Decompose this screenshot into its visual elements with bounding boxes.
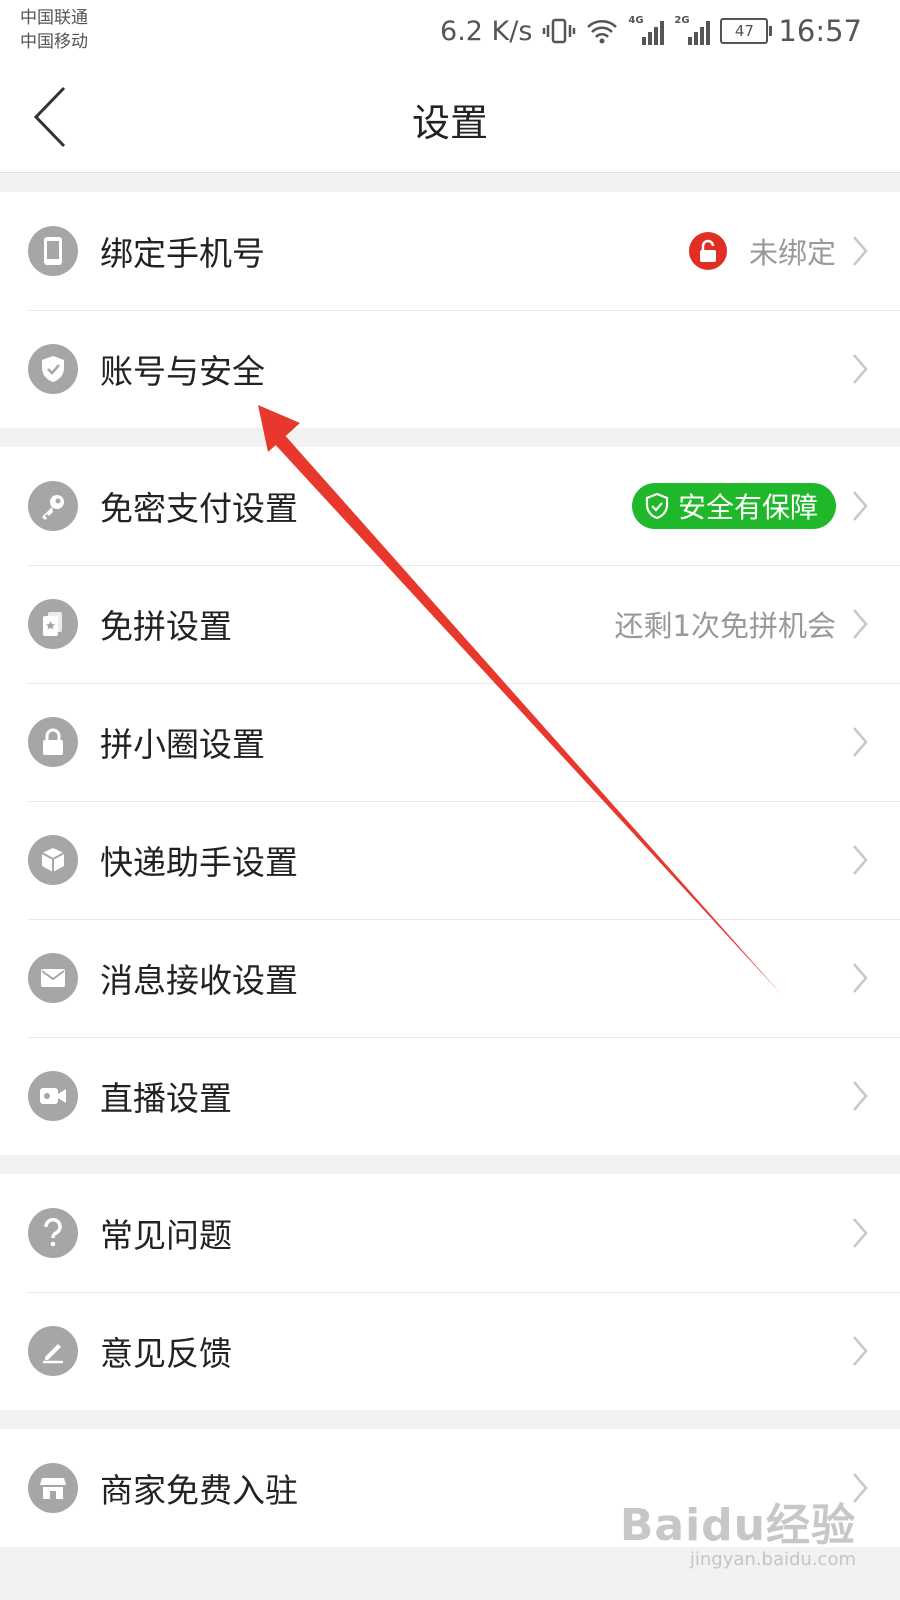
- chevron-right-icon: [853, 609, 868, 639]
- settings-item-label: 账号与安全: [100, 352, 265, 391]
- settings-item-live[interactable]: 直播设置: [0, 1037, 900, 1155]
- watermark: Baidu经验 jingyan.baidu.com: [620, 1489, 856, 1570]
- status-bar: 中国联通 中国移动 6.2 K/s 4G 2G 47 16:57: [0, 0, 900, 62]
- chevron-right-icon: [853, 727, 868, 757]
- settings-group-help: 常见问题 意见反馈: [0, 1174, 900, 1410]
- chevron-right-icon: [853, 1081, 868, 1111]
- chevron-right-icon: [853, 491, 868, 521]
- chevron-right-icon: [853, 1218, 868, 1248]
- pencil-icon: [28, 1326, 78, 1376]
- settings-item-label: 绑定手机号: [100, 234, 265, 273]
- settings-item-label: 直播设置: [100, 1079, 232, 1118]
- settings-item-circle[interactable]: 拼小圈设置: [0, 683, 900, 801]
- chevron-right-icon: [853, 236, 868, 266]
- chevron-right-icon: [853, 963, 868, 993]
- question-icon: [28, 1208, 78, 1258]
- group-free-value: 还剩1次免拼机会: [614, 609, 836, 643]
- wifi-icon: [587, 20, 618, 44]
- card-icon: [28, 599, 78, 649]
- carrier-names: 中国联通 中国移动: [20, 6, 88, 54]
- lock-icon: [28, 717, 78, 767]
- settings-item-label: 意见反馈: [100, 1334, 232, 1373]
- settings-item-group-free[interactable]: 免拼设置 还剩1次免拼机会: [0, 565, 900, 683]
- network-speed: 6.2 K/s: [440, 15, 533, 47]
- settings-item-label: 常见问题: [100, 1216, 232, 1255]
- settings-group-account: 绑定手机号 未绑定 账号与安全: [0, 192, 900, 428]
- signal-4g-icon: 4G: [628, 15, 665, 45]
- status-indicators: 6.2 K/s 4G 2G 47 16:57: [440, 14, 862, 48]
- settings-item-notifications[interactable]: 消息接收设置: [0, 919, 900, 1037]
- settings-item-label: 免拼设置: [100, 607, 232, 646]
- settings-item-password-free-pay[interactable]: 免密支付设置 安全有保障: [0, 447, 900, 565]
- settings-item-bind-phone[interactable]: 绑定手机号 未绑定: [0, 192, 900, 310]
- video-icon: [28, 1071, 78, 1121]
- clock: 16:57: [778, 14, 862, 48]
- watermark-logo: Baidu经验: [619, 1500, 856, 1551]
- security-badge: 安全有保障: [631, 483, 836, 529]
- settings-item-label: 快递助手设置: [100, 843, 298, 882]
- battery-icon: 47: [720, 18, 773, 44]
- mail-icon: [28, 953, 78, 1003]
- phone-icon: [28, 226, 78, 276]
- settings-item-faq[interactable]: 常见问题: [0, 1174, 900, 1292]
- bind-status-value: 未绑定: [748, 236, 836, 270]
- key-icon: [28, 481, 78, 531]
- settings-item-feedback[interactable]: 意见反馈: [0, 1292, 900, 1410]
- settings-item-label: 免密支付设置: [100, 489, 298, 528]
- shield-icon: [28, 344, 78, 394]
- settings-item-account-security[interactable]: 账号与安全: [0, 310, 900, 428]
- carrier-2: 中国移动: [20, 32, 88, 52]
- settings-item-courier[interactable]: 快递助手设置: [0, 801, 900, 919]
- signal-2g-icon: 2G: [674, 15, 711, 45]
- signal-4g-label: 4G: [628, 15, 644, 26]
- chevron-right-icon: [853, 845, 868, 875]
- security-badge-text: 安全有保障: [677, 491, 818, 524]
- shield-check-icon: [645, 492, 669, 520]
- chevron-right-icon: [853, 354, 868, 384]
- settings-item-label: 拼小圈设置: [100, 725, 265, 764]
- vibrate-icon: [543, 18, 576, 44]
- carrier-1: 中国联通: [20, 8, 88, 28]
- settings-group-features: 免密支付设置 安全有保障 免拼设置 还剩1次免拼机会 拼小圈设置 快递助手设置 …: [0, 447, 900, 1155]
- unlock-icon: [688, 232, 727, 270]
- chevron-right-icon: [853, 1336, 868, 1366]
- signal-2g-label: 2G: [674, 15, 690, 26]
- store-icon: [28, 1463, 78, 1513]
- box-icon: [28, 835, 78, 885]
- page-title: 设置: [411, 101, 488, 145]
- settings-item-label: 消息接收设置: [100, 961, 298, 1000]
- top-bar: 设置: [0, 62, 900, 173]
